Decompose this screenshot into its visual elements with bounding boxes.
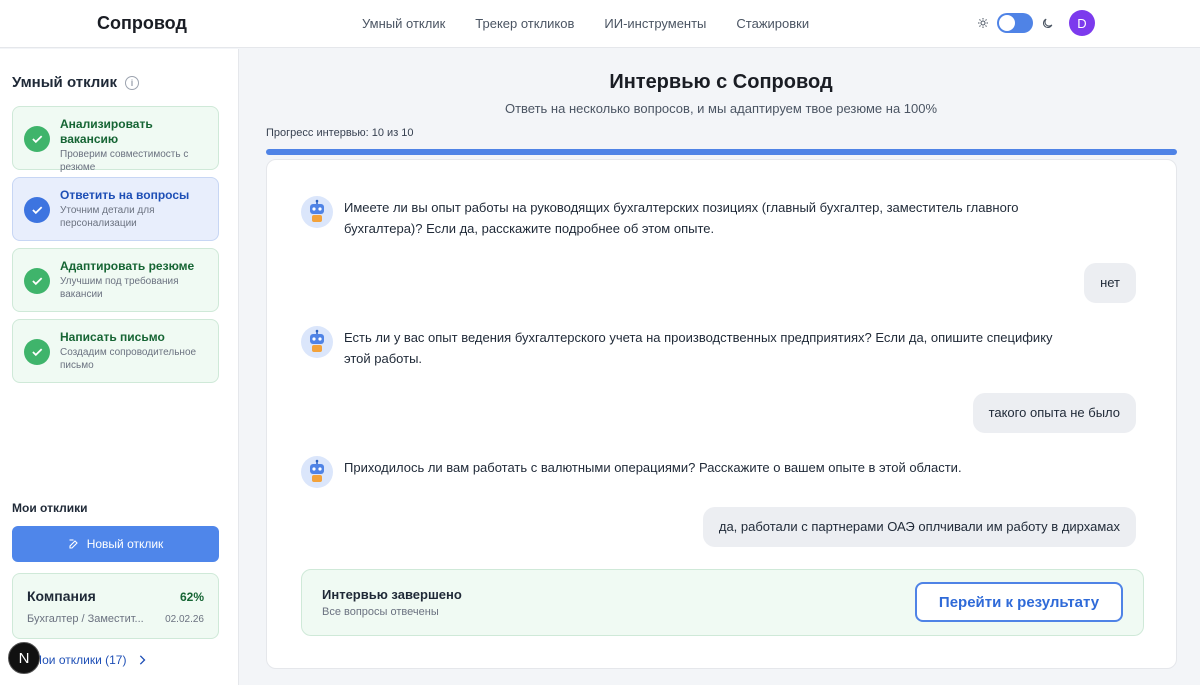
step-subtitle: Уточним детали для персонализации — [60, 205, 155, 229]
check-icon — [24, 339, 50, 365]
bot-message: Приходилось ли вам работать с валютными … — [301, 456, 1061, 488]
nav-response-tracker[interactable]: Трекер откликов — [475, 16, 574, 31]
user-message: такого опыта не было — [972, 393, 1136, 433]
my-responses-heading: Мои отклики — [12, 501, 88, 515]
step-write-letter[interactable]: Написать письмо Создадим сопроводительно… — [12, 319, 219, 383]
step-title: Ответить на вопросы — [60, 188, 190, 202]
bot-message-text: Имеете ли вы опыт работы на руководящих … — [344, 200, 1019, 236]
card-company: Компания — [27, 588, 96, 604]
sidebar-title: Умный отклик i — [12, 74, 140, 91]
check-icon — [24, 268, 50, 294]
interview-complete-banner: Интервью завершено Все вопросы отвечены … — [301, 569, 1144, 636]
progress-bar — [266, 149, 1177, 155]
theme-switcher — [977, 13, 1054, 33]
page-title: Интервью с Сопровод — [609, 71, 833, 93]
card-date: 02.02.26 — [165, 614, 204, 625]
new-response-label: Новый отклик — [86, 537, 164, 551]
theme-toggle[interactable] — [997, 13, 1033, 33]
bot-message: Имеете ли вы опыт работы на руководящих … — [301, 196, 1061, 239]
chevron-right-icon — [140, 655, 146, 665]
bot-message: Есть ли у вас опыт ведения бухгалтерског… — [301, 326, 1061, 369]
step-subtitle: Проверим совместимость с резюме — [60, 149, 189, 173]
step-title: Анализировать вакансию — [60, 117, 153, 146]
sidebar-title-text: Умный отклик — [12, 74, 118, 91]
user-message: да, работали с партнерами ОАЭ оплчивали … — [702, 507, 1136, 547]
step-adapt-resume[interactable]: Адаптировать резюме Улучшим под требован… — [12, 248, 219, 312]
chat-panel: Имеете ли вы опыт работы на руководящих … — [266, 159, 1177, 669]
edit-icon — [69, 539, 78, 549]
robot-avatar-icon — [301, 196, 333, 228]
moon-icon — [1042, 18, 1053, 28]
robot-avatar-icon — [301, 326, 333, 358]
nav-smart-response[interactable]: Умный отклик — [362, 16, 445, 31]
response-card[interactable]: Компания 62% Бухгалтер / Заместит... 02.… — [12, 573, 219, 639]
main-nav: Умный отклик Трекер откликов ИИ-инструме… — [362, 16, 809, 31]
n-badge[interactable]: N — [8, 642, 40, 674]
step-title: Адаптировать резюме — [60, 259, 195, 273]
user-message: нет — [1084, 263, 1136, 303]
info-icon[interactable]: i — [125, 75, 140, 90]
all-responses-label: Мои отклики (17) — [32, 653, 127, 667]
step-answer-questions[interactable]: Ответить на вопросы Уточним детали для п… — [12, 177, 219, 241]
logo[interactable]: Сопровод — [97, 13, 187, 34]
sun-icon — [978, 18, 988, 28]
bot-message-text: Приходилось ли вам работать с валютными … — [344, 460, 962, 475]
top-bar: Сопровод Умный отклик Трекер откликов ИИ… — [0, 0, 1200, 48]
step-subtitle: Улучшим под требования вакансии — [60, 276, 179, 300]
bot-message-text: Есть ли у вас опыт ведения бухгалтерског… — [344, 330, 1053, 366]
nav-ai-tools[interactable]: ИИ-инструменты — [604, 16, 706, 31]
check-icon — [24, 126, 50, 152]
toggle-knob — [999, 15, 1015, 31]
robot-avatar-icon — [301, 456, 333, 488]
page-subtitle: Ответь на несколько вопросов, и мы адапт… — [504, 101, 938, 116]
check-icon — [24, 197, 50, 223]
progress-fill — [266, 149, 1177, 155]
new-response-button[interactable]: Новый отклик — [12, 526, 219, 562]
card-role: Бухгалтер / Заместит... — [27, 613, 144, 625]
step-title: Написать письмо — [60, 330, 165, 344]
all-responses-link[interactable]: Мои отклики (17) — [32, 653, 146, 667]
user-avatar[interactable]: D — [1069, 10, 1095, 36]
step-subtitle: Создадим сопроводительное письмо — [60, 347, 197, 371]
nav-internships[interactable]: Стажировки — [736, 16, 809, 31]
progress-label: Прогресс интервью: 10 из 10 — [266, 127, 414, 139]
sidebar: Умный отклик i Анализировать вакансию Пр… — [0, 49, 239, 685]
completion-subtitle: Все вопросы отвечены — [322, 606, 439, 618]
completion-title: Интервью завершено — [322, 587, 462, 602]
go-to-result-button[interactable]: Перейти к результату — [915, 582, 1123, 622]
step-analyze-vacancy[interactable]: Анализировать вакансию Проверим совмести… — [12, 106, 219, 173]
card-match-percent: 62% — [179, 590, 204, 604]
